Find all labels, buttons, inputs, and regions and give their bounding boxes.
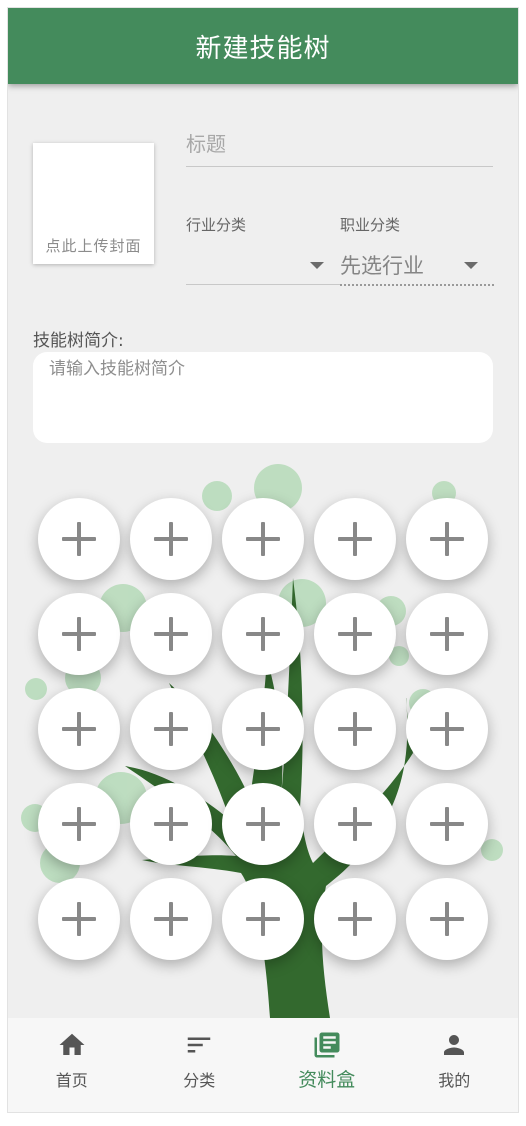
add-skill-node-button[interactable] [130, 878, 212, 960]
nav-item-label: 分类 [183, 1071, 216, 1090]
plus-icon [338, 617, 372, 651]
add-skill-node-button[interactable] [222, 688, 304, 770]
bottom-navigation: 首页 分类 资料盒 我的 [8, 1018, 518, 1112]
add-skill-node-button[interactable] [222, 878, 304, 960]
plus-icon [430, 807, 464, 841]
add-skill-node-button[interactable] [314, 688, 396, 770]
add-skill-node-button[interactable] [222, 783, 304, 865]
plus-icon [154, 617, 188, 651]
add-skill-node-button[interactable] [406, 878, 488, 960]
add-skill-node-button[interactable] [406, 593, 488, 675]
add-skill-node-button[interactable] [406, 783, 488, 865]
plus-icon [62, 617, 96, 651]
plus-icon [338, 712, 372, 746]
add-skill-node-button[interactable] [406, 498, 488, 580]
nav-item-label: 我的 [438, 1071, 471, 1090]
add-skill-node-button[interactable] [38, 878, 120, 960]
add-skill-node-button[interactable] [130, 498, 212, 580]
plus-icon [154, 522, 188, 556]
plus-icon [338, 902, 372, 936]
add-skill-node-button[interactable] [222, 593, 304, 675]
nav-item-label: 资料盒 [298, 1069, 356, 1091]
add-skill-node-button[interactable] [130, 783, 212, 865]
add-skill-node-button[interactable] [314, 593, 396, 675]
plus-icon [62, 807, 96, 841]
add-skill-node-button[interactable] [130, 688, 212, 770]
app-screen: 新建技能树 点此上传封面 行业分类 职业分类 先选行业 技能树简介: [8, 8, 518, 1112]
plus-icon [62, 902, 96, 936]
library-books-icon [314, 1032, 340, 1058]
plus-icon [338, 807, 372, 841]
plus-icon [430, 902, 464, 936]
plus-icon [62, 522, 96, 556]
plus-icon [246, 617, 280, 651]
plus-icon [154, 902, 188, 936]
plus-icon [62, 712, 96, 746]
plus-icon [430, 712, 464, 746]
plus-icon [154, 807, 188, 841]
page-title: 新建技能树 [195, 33, 331, 64]
add-skill-node-button[interactable] [406, 688, 488, 770]
plus-icon [338, 522, 372, 556]
sort-icon [188, 1037, 211, 1053]
add-skill-node-button[interactable] [38, 783, 120, 865]
add-skill-node-button[interactable] [314, 783, 396, 865]
nav-item-home[interactable]: 首页 [8, 1018, 136, 1112]
plus-icon [246, 807, 280, 841]
person-icon [444, 1035, 465, 1055]
plus-icon [430, 617, 464, 651]
add-skill-node-button[interactable] [314, 878, 396, 960]
app-bar: 新建技能树 [8, 8, 518, 84]
plus-icon [246, 712, 280, 746]
add-skill-node-button[interactable] [314, 498, 396, 580]
nav-item-label: 首页 [55, 1071, 88, 1090]
plus-icon [246, 902, 280, 936]
plus-icon [246, 522, 280, 556]
nav-item-profile[interactable]: 我的 [391, 1018, 519, 1112]
nav-item-category[interactable]: 分类 [136, 1018, 264, 1112]
add-skill-node-button[interactable] [130, 593, 212, 675]
add-skill-node-button[interactable] [222, 498, 304, 580]
plus-icon [430, 522, 464, 556]
add-skill-node-button[interactable] [38, 593, 120, 675]
add-skill-node-button[interactable] [38, 688, 120, 770]
add-skill-node-button[interactable] [38, 498, 120, 580]
nav-item-library[interactable]: 资料盒 [263, 1018, 391, 1112]
plus-icon [154, 712, 188, 746]
home-icon [59, 1033, 85, 1055]
